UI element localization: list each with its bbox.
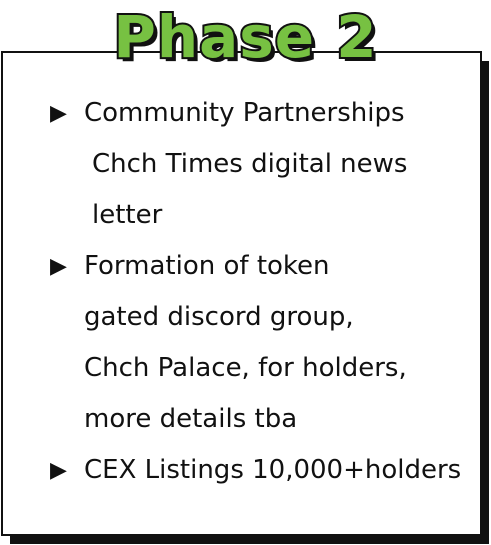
triangle-right-icon: ▶	[50, 458, 67, 483]
list-item-line: Chch Palace, for holders,	[84, 353, 407, 383]
list-item: ▶ Community Partnerships Chch Times digi…	[50, 88, 480, 241]
list-item: ▶ Formation of token gated discord group…	[50, 241, 480, 445]
list-item: ▶ CEX Listings 10,000+holders	[50, 445, 480, 496]
phase-title: Phase 2	[111, 1, 378, 73]
list-item-line: letter	[92, 200, 163, 230]
list-item-line: gated discord group,	[84, 302, 354, 332]
triangle-right-icon: ▶	[50, 254, 67, 279]
list-item-line: more details tba	[84, 404, 298, 434]
list-item-line: CEX Listings 10,000+holders	[84, 455, 462, 485]
list-item-line: Community Partnerships	[84, 98, 405, 128]
phase-card-graphic: Phase 2 ▶ Community Partnerships Chch Ti…	[0, 0, 491, 545]
milestone-list: ▶ Community Partnerships Chch Times digi…	[50, 88, 480, 496]
list-item-line: Formation of token	[84, 251, 330, 281]
list-item-line: Chch Times digital news	[92, 149, 408, 179]
triangle-right-icon: ▶	[50, 101, 67, 126]
